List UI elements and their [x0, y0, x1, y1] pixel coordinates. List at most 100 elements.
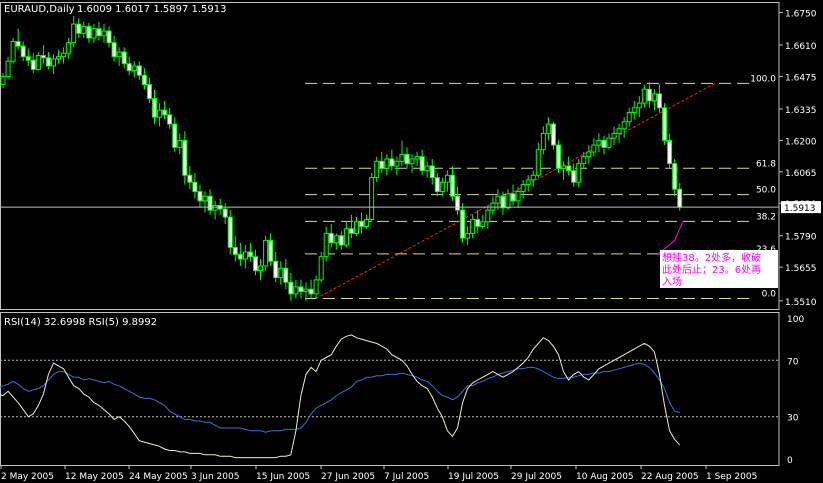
annotation-line-2: 此处后止；23。6处再 — [662, 263, 761, 276]
candle-body-up — [61, 52, 67, 58]
time-tick-label: 22 Aug 2005 — [641, 472, 699, 482]
candle-body-down — [283, 267, 289, 283]
candle-body-down — [273, 260, 279, 279]
candle-body-down — [126, 63, 132, 72]
candle-body-down — [253, 256, 258, 272]
time-tick-label: 24 May 2005 — [129, 472, 188, 482]
candle-body-up — [409, 158, 415, 165]
time-tick-label: 7 Jul 2005 — [384, 472, 429, 482]
candle-body-up — [631, 107, 637, 113]
fibonacci-level-label: 50.0 — [756, 186, 776, 196]
candle-body-down — [146, 84, 152, 100]
time-tick-label: 3 Jun 2005 — [191, 472, 239, 482]
candle-body-up — [364, 218, 370, 227]
candle-body-down — [662, 107, 668, 141]
candle-body-down — [232, 246, 238, 255]
candle-body-up — [212, 205, 218, 211]
candle-body-up — [444, 174, 450, 183]
candle-body-up — [591, 144, 597, 153]
candle-body-down — [227, 216, 233, 248]
candle-body-up — [515, 191, 521, 202]
candle-body-up — [424, 165, 430, 172]
candle-body-down — [106, 30, 112, 44]
price-tick-label: 1.5510 — [785, 298, 817, 308]
candle-body-down — [601, 139, 607, 148]
chart-background — [0, 0, 823, 483]
candle-body-down — [556, 144, 561, 169]
candle-body-down — [96, 28, 102, 37]
candle-body-up — [626, 111, 632, 123]
candle-body-down — [460, 209, 466, 239]
candle-body-down — [667, 139, 673, 165]
candle-body-down — [359, 221, 365, 227]
annotation-line-3: 入场 — [662, 275, 682, 288]
candle-body-up — [641, 88, 647, 104]
candle-body-down — [419, 156, 425, 172]
candle-body-up — [263, 239, 269, 267]
fibonacci-level-label: 0.0 — [762, 290, 777, 300]
candle-body-up — [520, 184, 526, 193]
candle-body-down — [121, 51, 127, 65]
candle-body-down — [172, 123, 178, 148]
rsi-title: RSI(14) 32.6998 RSI(5) 9.8992 — [4, 317, 157, 328]
price-tick-label: 1.6335 — [785, 106, 817, 116]
candle — [10, 38, 16, 64]
time-tick-label: 15 Jun 2005 — [256, 472, 310, 482]
candle-body-down — [152, 98, 157, 118]
candle-body-down — [475, 218, 481, 227]
candle-body-up — [10, 41, 16, 62]
chart-canvas[interactable]: 100.061.850.038.223.60.0 EURAUD,Daily 1.… — [0, 0, 823, 483]
candle-body-down — [510, 193, 516, 202]
candle-body-down — [429, 165, 435, 179]
candle-body-down — [237, 253, 243, 260]
candle-body-up — [242, 251, 248, 260]
candle-body-up — [581, 156, 587, 165]
candle-body-down — [308, 288, 314, 295]
candle — [263, 235, 269, 271]
candle-body-up — [576, 163, 582, 183]
candle-body-up — [323, 232, 329, 258]
candle-body-up — [66, 42, 72, 54]
candle — [227, 210, 233, 255]
candle-body-up — [131, 65, 137, 72]
candle-body-up — [505, 193, 511, 209]
candle-body-up — [525, 179, 531, 186]
current-price-label: 1.5913 — [784, 204, 816, 214]
candle — [369, 172, 375, 222]
candle-body-up — [354, 221, 359, 234]
candle-body-up — [81, 25, 87, 34]
candle-body-up — [116, 51, 122, 58]
time-tick-label: 10 Aug 2005 — [576, 472, 634, 482]
candle-body-up — [333, 235, 339, 244]
candle-body-down — [672, 163, 678, 190]
candle-body-down — [20, 45, 26, 58]
candle-body-up — [91, 28, 97, 39]
candle-body-up — [616, 128, 622, 134]
candle-body-down — [268, 239, 274, 262]
price-tick-label: 1.5655 — [785, 264, 817, 274]
candle-body-up — [343, 228, 349, 246]
candle-body-up — [303, 288, 309, 293]
fibonacci-level-label: 100.0 — [750, 74, 776, 84]
candle — [662, 103, 668, 146]
candle-body-down — [86, 25, 92, 39]
candle-body-down — [247, 251, 253, 258]
price-tick-label: 1.6750 — [785, 9, 817, 19]
candle-body-up — [621, 121, 627, 130]
candle-body-down — [207, 195, 213, 211]
candle-body-up — [470, 218, 476, 234]
candle-body-up — [535, 149, 541, 176]
rsi-tick-label: 30 — [787, 414, 799, 424]
candle-body-up — [35, 54, 41, 70]
candle-body-down — [222, 208, 228, 218]
candle-body-up — [596, 139, 602, 146]
candle-body-up — [561, 165, 567, 169]
candle-body-up — [56, 56, 62, 60]
candle-body-up — [414, 156, 420, 160]
candle-body-down — [677, 188, 683, 208]
candle-body-up — [384, 158, 390, 169]
candle-body-down — [45, 57, 51, 67]
rsi-tick-label: 70 — [787, 357, 799, 367]
candle-body-up — [71, 23, 77, 44]
candle-body-up — [485, 209, 491, 223]
